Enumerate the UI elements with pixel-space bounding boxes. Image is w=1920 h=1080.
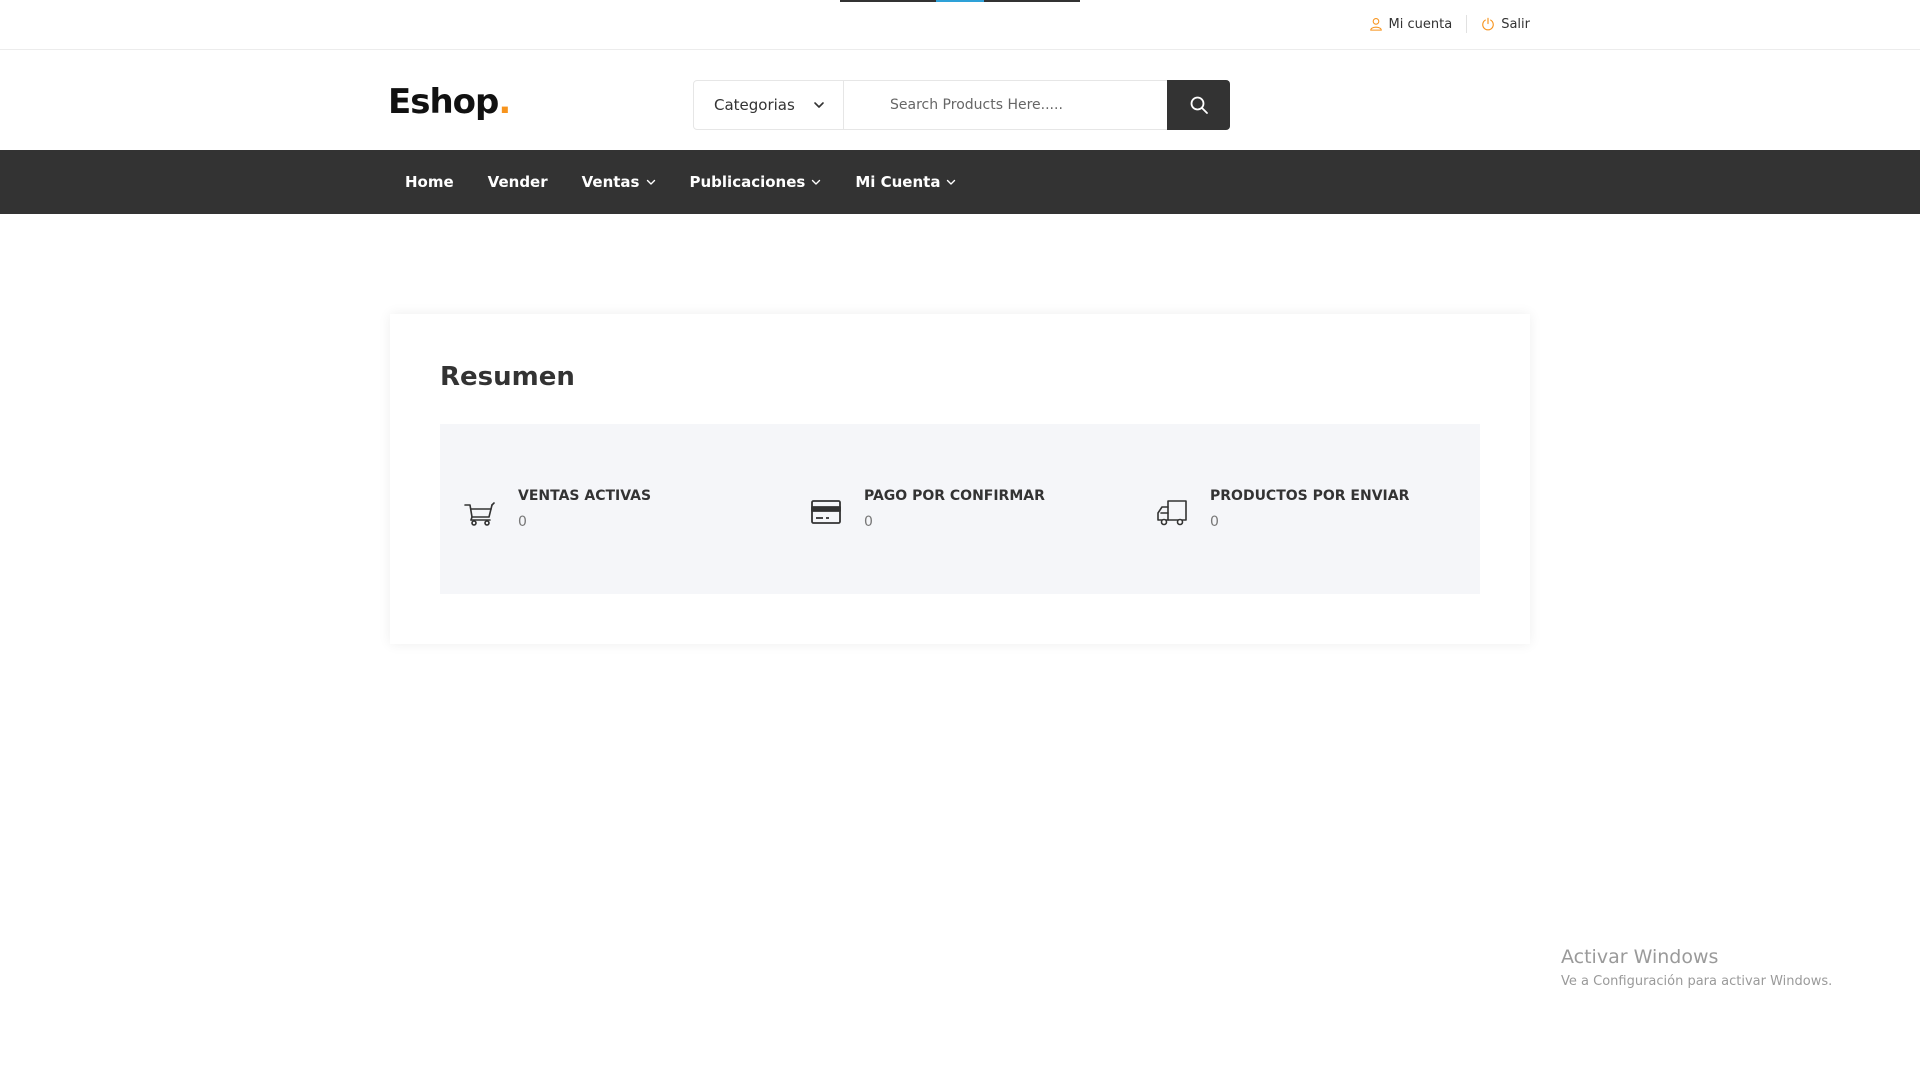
summary-stats: VENTAS ACTIVAS 0 PAGO POR CONFIRMAR 0 PR… xyxy=(440,424,1480,594)
stat-value: 0 xyxy=(864,514,873,530)
site-logo[interactable]: Eshop. xyxy=(388,82,511,122)
credit-card-icon xyxy=(811,500,841,524)
search-input[interactable] xyxy=(844,81,1167,129)
summary-title: Resumen xyxy=(440,362,575,392)
nav-item-vender[interactable]: Vender xyxy=(471,150,565,214)
cart-icon xyxy=(464,502,495,526)
chevron-down-icon xyxy=(646,179,655,185)
nav-item-publicaciones[interactable]: Publicaciones xyxy=(673,150,839,214)
stat-label: PRODUCTOS POR ENVIAR xyxy=(1210,488,1410,504)
stat-pending-payment: PAGO POR CONFIRMAR 0 xyxy=(786,488,1132,530)
my-account-link[interactable]: Mi cuenta xyxy=(1369,16,1453,32)
watermark-title: Activar Windows xyxy=(1561,946,1719,968)
chevron-down-icon xyxy=(812,179,821,185)
nav-item-label: Home xyxy=(405,173,454,191)
site-header: Eshop. Categorias xyxy=(0,50,1920,150)
nav-item-label: Vender xyxy=(487,173,548,191)
logout-label: Salir xyxy=(1501,16,1530,32)
logout-link[interactable]: Salir xyxy=(1481,17,1530,32)
stat-value: 0 xyxy=(518,514,527,530)
logo-text: Eshop xyxy=(388,82,499,122)
category-select[interactable]: Categorias xyxy=(694,81,844,129)
nav-item-label: Publicaciones xyxy=(689,173,806,191)
power-icon xyxy=(1482,17,1495,31)
watermark-subtitle: Ve a Configuración para activar Windows. xyxy=(1561,974,1833,989)
stat-products-to-ship: PRODUCTOS POR ENVIAR 0 xyxy=(1132,488,1478,530)
nav-item-label: Mi Cuenta xyxy=(855,173,941,191)
top-bar: Mi cuenta Salir xyxy=(0,0,1920,50)
search-button[interactable] xyxy=(1167,80,1230,130)
nav-item-home[interactable]: Home xyxy=(388,150,471,214)
nav-item-ventas[interactable]: Ventas xyxy=(565,150,673,214)
nav-item-label: Ventas xyxy=(581,173,640,191)
my-account-label: Mi cuenta xyxy=(1388,16,1453,32)
truck-icon xyxy=(1157,500,1187,526)
nav-item-mi-cuenta[interactable]: Mi Cuenta xyxy=(838,150,973,214)
stat-label: PAGO POR CONFIRMAR xyxy=(864,488,1045,504)
top-bar-links: Mi cuenta Salir xyxy=(1369,15,1530,33)
chevron-down-icon xyxy=(814,102,824,108)
chevron-down-icon xyxy=(947,179,956,185)
stat-value: 0 xyxy=(1210,514,1219,530)
top-bar-divider xyxy=(1466,15,1468,33)
main-navigation: Home Vender Ventas Publicaciones Mi Cuen… xyxy=(0,150,1920,214)
search-icon xyxy=(1190,96,1208,114)
windows-activation-watermark: Activar Windows Ve a Configuración para … xyxy=(1561,946,1832,989)
logo-dot: . xyxy=(498,82,511,122)
stat-active-sales: VENTAS ACTIVAS 0 xyxy=(440,488,786,530)
summary-card: Resumen VENTAS ACTIVAS 0 PAGO POR CONFIR… xyxy=(390,314,1530,644)
user-icon xyxy=(1369,18,1382,31)
search-bar: Categorias xyxy=(693,80,1230,130)
stat-label: VENTAS ACTIVAS xyxy=(518,488,652,504)
category-select-label: Categorias xyxy=(714,96,795,114)
